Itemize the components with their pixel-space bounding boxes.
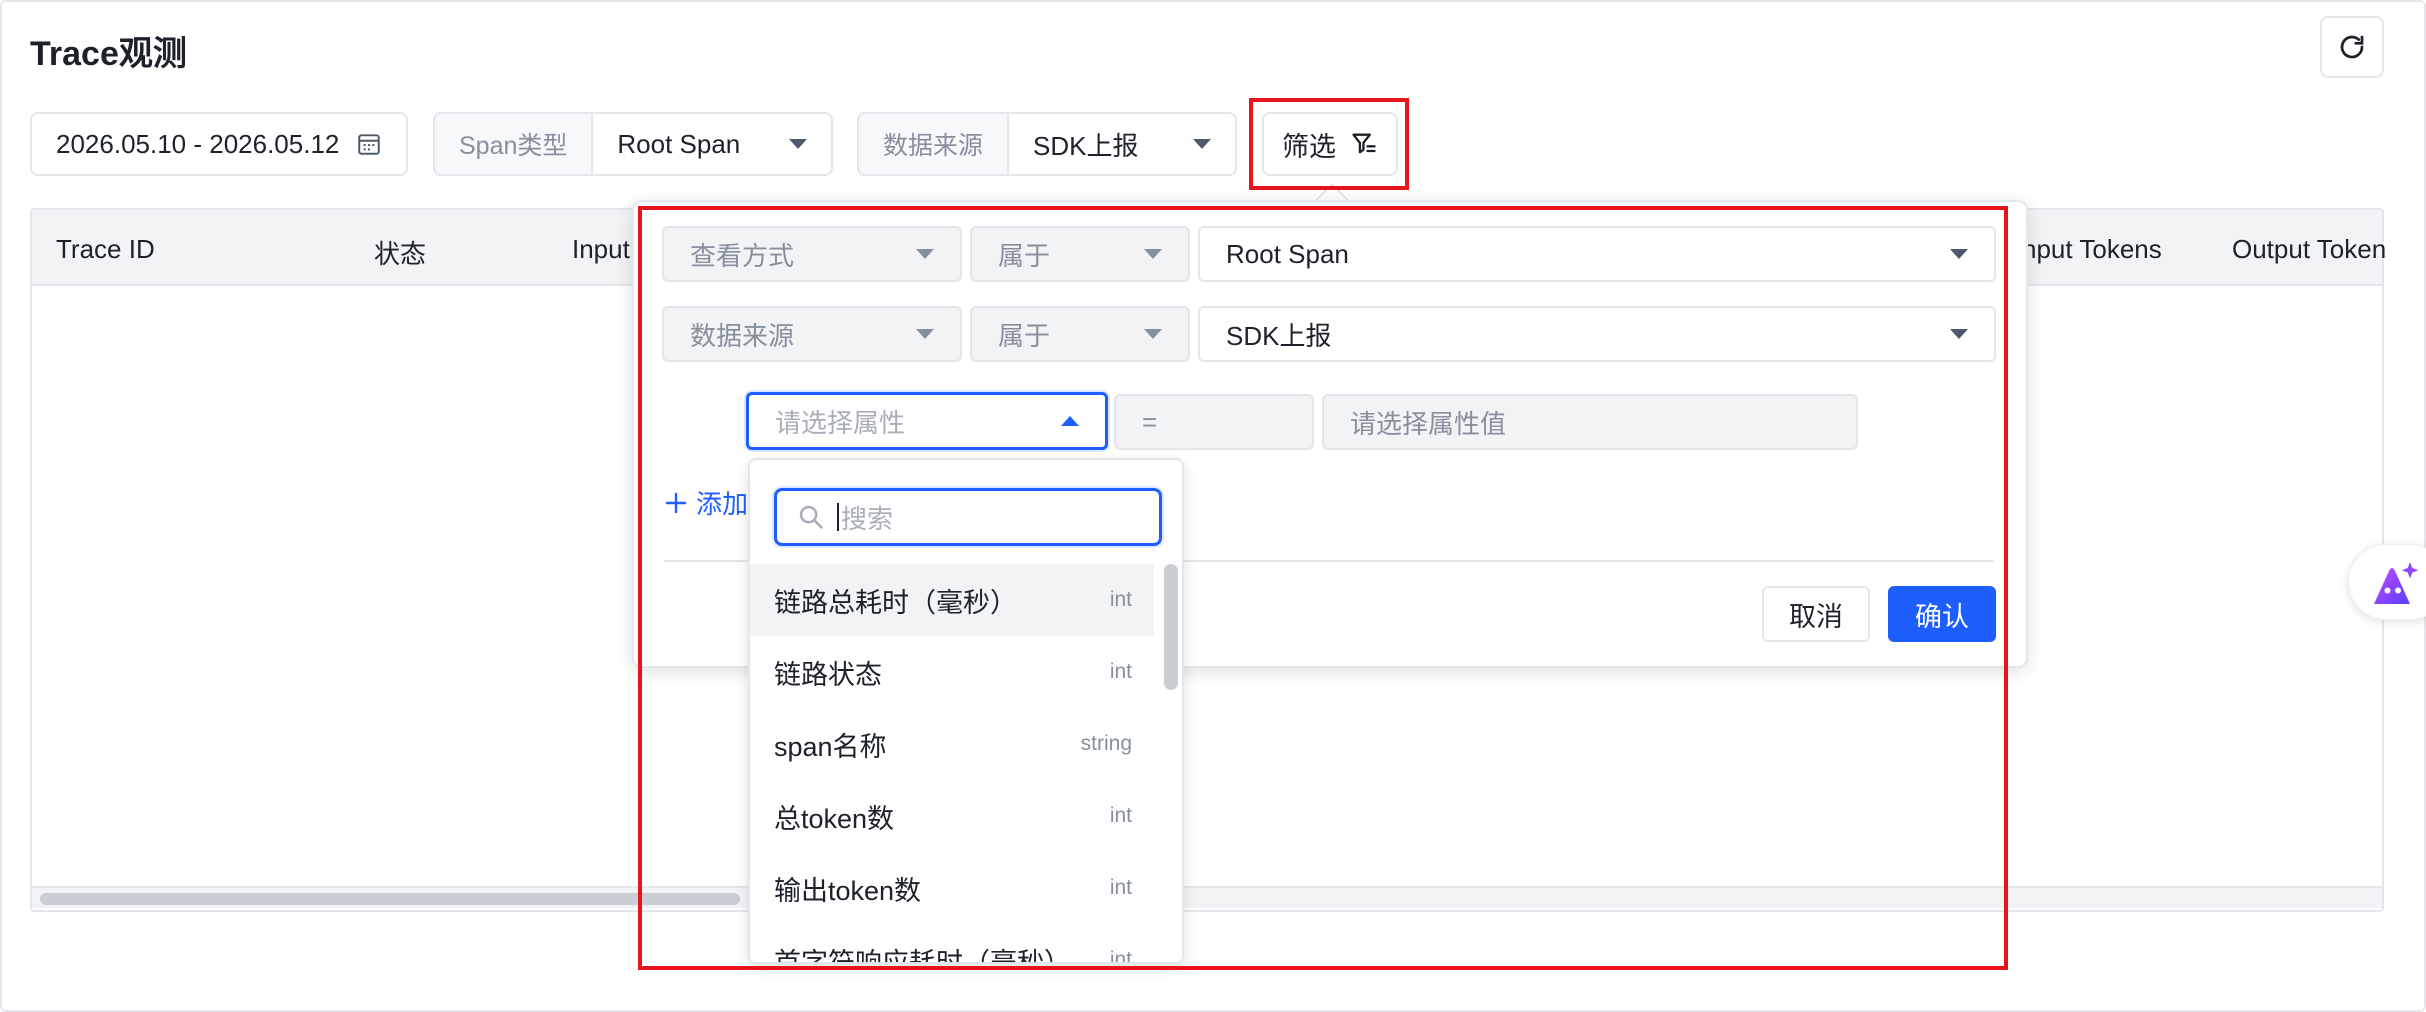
date-range-value: 2026.05.10 - 2026.05.12 [56,128,340,159]
column-header-trace-id[interactable]: Trace ID [56,234,155,265]
data-source-value: SDK上报 [1033,130,1139,161]
chevron-down-icon [1193,139,1211,149]
refresh-button[interactable] [2320,16,2384,78]
page-title: Trace观测 [30,35,187,73]
calendar-icon [358,134,380,155]
column-header-input[interactable]: Input [572,234,630,265]
highlight-box-filter-button [1249,98,1409,190]
ai-assistant-icon [2374,562,2419,604]
refresh-icon [2340,35,2364,59]
column-header-output-tokens[interactable]: Output Token [2232,234,2386,265]
column-header-input-tokens[interactable]: nput Tokens [2022,234,2162,265]
chevron-down-icon [789,139,807,149]
span-type-value: Root Span [617,128,741,159]
ai-assistant-button[interactable] [2348,544,2426,620]
span-type-label: Span类型 [435,114,594,174]
date-range-picker[interactable]: 2026.05.10 - 2026.05.12 [30,112,408,176]
data-source-label: 数据来源 [859,114,1010,174]
data-source-select[interactable]: 数据来源 SDK上报 [857,112,1237,176]
column-header-status[interactable]: 状态 [374,234,426,271]
horizontal-scrollbar-thumb[interactable] [40,893,740,905]
highlight-box-filter-panel [638,206,2008,970]
span-type-select[interactable]: Span类型 Root Span [433,112,833,176]
